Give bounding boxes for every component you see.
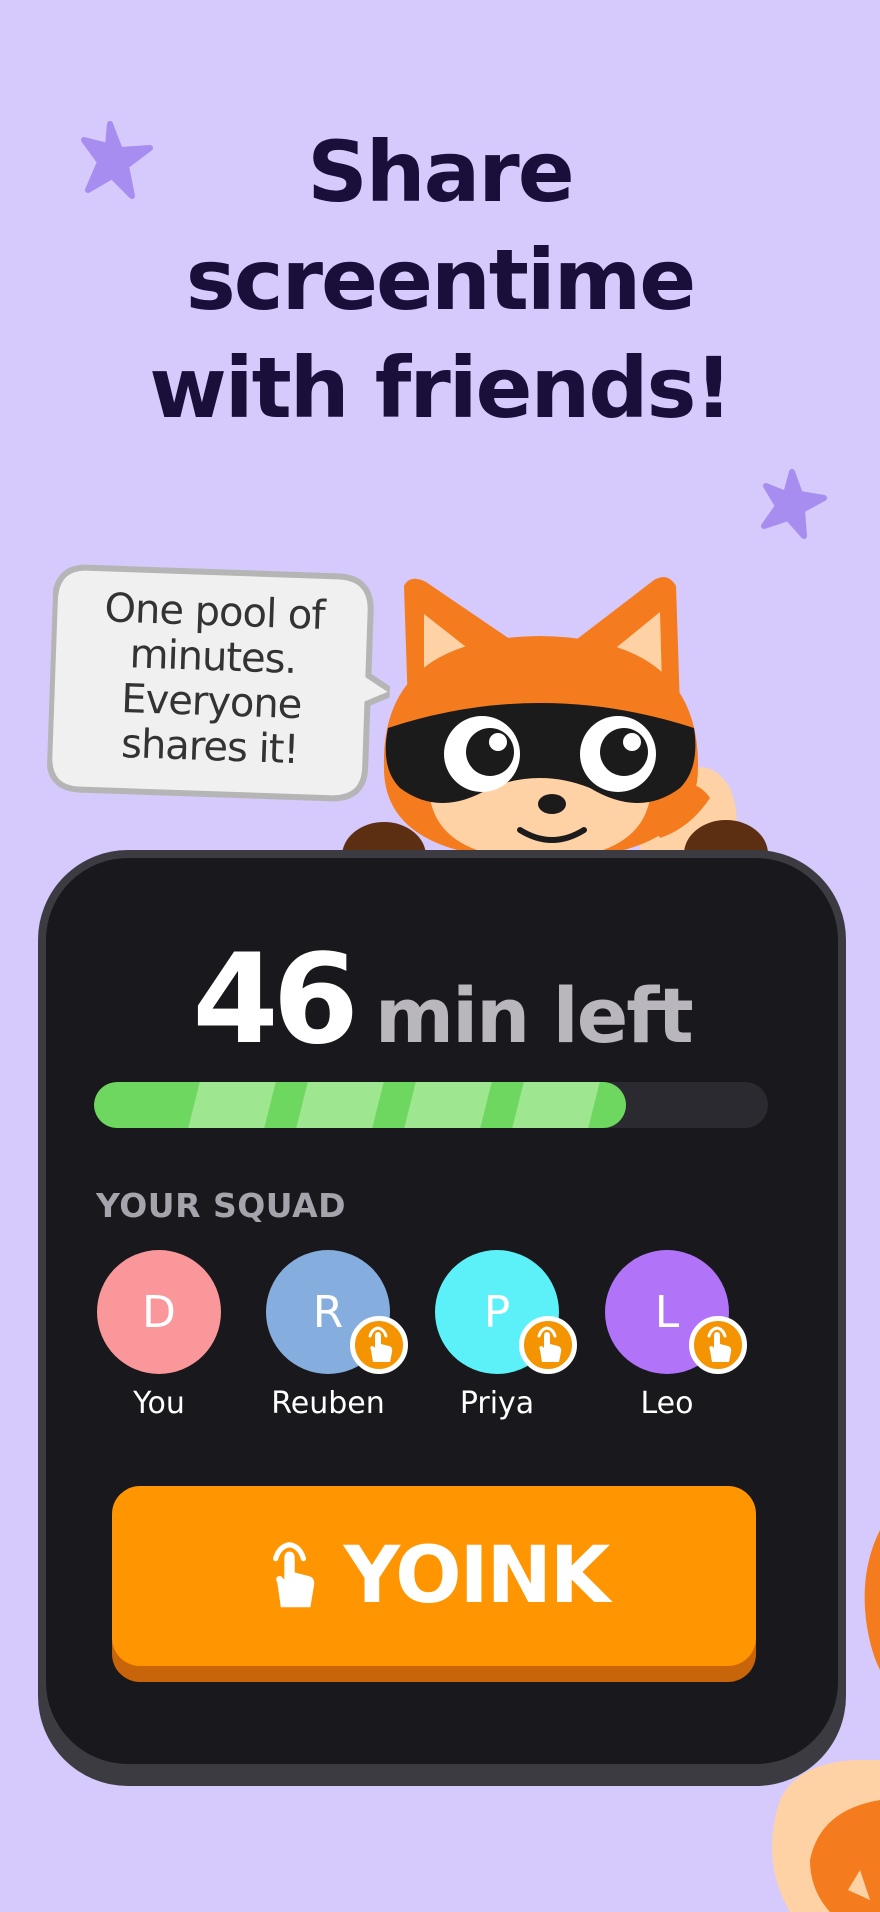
yoink-badge [350,1316,408,1374]
fox-tail-decoration [772,1760,880,1912]
avatar: P [435,1250,577,1374]
yoink-button[interactable]: YOINK [112,1486,756,1666]
time-progress-fill [94,1082,627,1128]
title-line: screentime [185,231,696,329]
avatar: L [605,1250,747,1374]
squad-member-you[interactable]: D You [74,1250,244,1421]
page-title: Share screentime with friends! [0,118,880,442]
member-name: Reuben [271,1386,385,1421]
tap-hand-icon [537,1326,562,1362]
time-progress-bar [94,1082,768,1128]
avatar-initial: L [654,1286,680,1338]
squad-section-title: YOUR SQUAD [96,1186,347,1225]
squad-member-leo[interactable]: L Leo [582,1250,752,1421]
squad-member-priya[interactable]: P Priya [412,1250,582,1421]
avatar-initial: P [483,1286,511,1338]
progress-stripe [404,1082,492,1128]
minutes-left-value: 46 [192,928,359,1072]
member-name: Priya [459,1386,535,1421]
title-line: Share [307,123,574,221]
speech-bubble-text: One pool of minutes. Everyone shares it! [59,585,365,775]
member-name: Leo [640,1386,694,1421]
progress-stripe [296,1082,384,1128]
tap-hand-icon [272,1542,314,1608]
speech-bubble: One pool of minutes. Everyone shares it! [46,561,395,808]
yoink-badge [519,1316,577,1374]
fox-mascot [342,577,768,897]
avatar-initial: D [142,1286,176,1338]
tap-hand-icon [707,1326,732,1362]
title-line: with friends! [149,339,733,437]
avatar: R [266,1250,408,1374]
fox-tail-decoration [864,1530,880,1670]
yoink-badge [689,1316,747,1374]
time-remaining: 46 min left [46,928,838,1072]
avatar: D [97,1250,221,1374]
tap-hand-icon [368,1326,393,1362]
progress-stripe [512,1082,600,1128]
member-name: You [133,1386,185,1421]
progress-stripe [188,1082,276,1128]
screentime-pool-card: 46 min left YOUR SQUAD D You R Reuben P … [38,850,846,1772]
avatar-initial: R [312,1286,344,1338]
squad-member-reuben[interactable]: R Reuben [243,1250,413,1421]
sparkle-star-icon [761,469,827,539]
yoink-button-label: YOINK [343,1531,611,1621]
minutes-left-label: min left [374,971,694,1060]
